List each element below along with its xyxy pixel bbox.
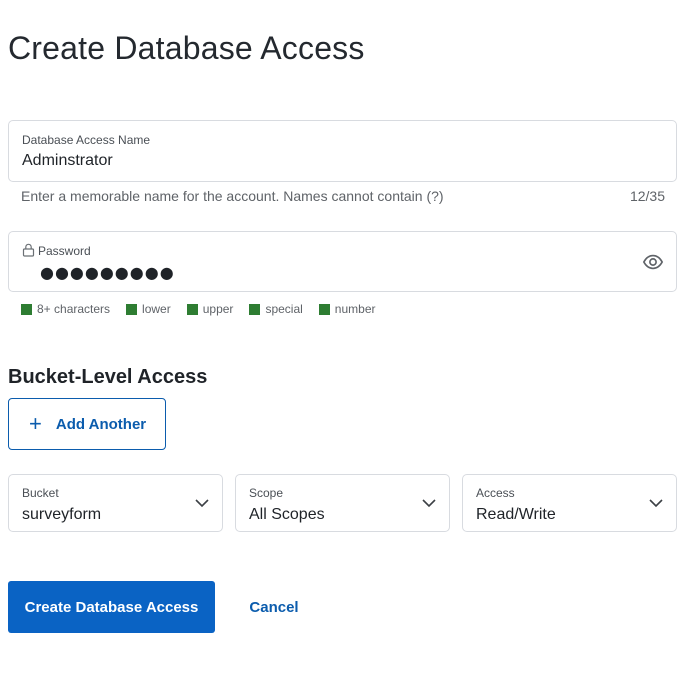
rule-check-icon xyxy=(21,303,32,315)
bucket-access-heading: Bucket-Level Access xyxy=(8,366,208,388)
password-rule: number xyxy=(318,302,376,316)
name-field-value[interactable]: Adminstrator xyxy=(22,152,113,170)
password-value[interactable]: ●●●●●●●●● xyxy=(40,263,175,282)
password-field[interactable]: Password ●●●●●●●●● xyxy=(8,231,677,292)
bucket-select[interactable]: Bucket surveyform xyxy=(8,474,223,532)
lock-icon xyxy=(22,243,35,257)
create-database-access-button[interactable]: Create Database Access xyxy=(8,581,215,633)
password-rule: special xyxy=(249,302,303,316)
rule-check-icon xyxy=(126,303,138,315)
rule-label: upper xyxy=(202,302,234,316)
password-rule: upper xyxy=(186,302,234,316)
chevron-down-icon xyxy=(195,499,209,508)
password-rule: lower xyxy=(126,302,171,316)
rule-check-icon xyxy=(318,303,330,315)
eye-icon[interactable] xyxy=(642,251,664,273)
scope-label: Scope xyxy=(249,486,284,500)
access-label: Access xyxy=(476,486,515,500)
chevron-down-icon xyxy=(422,499,436,508)
add-another-button[interactable]: + Add Another xyxy=(8,398,166,450)
bucket-value: surveyform xyxy=(22,506,102,523)
access-value: Read/Write xyxy=(476,506,556,523)
cancel-button[interactable]: Cancel xyxy=(240,581,308,633)
password-rules: 8+ characters lower upper special number xyxy=(21,302,375,316)
bucket-label: Bucket xyxy=(22,486,59,500)
rule-check-icon xyxy=(249,303,261,315)
rule-label: special xyxy=(265,302,303,316)
scope-value: All Scopes xyxy=(249,506,325,523)
database-access-name-field[interactable]: Database Access Name Adminstrator xyxy=(8,120,677,182)
scope-select[interactable]: Scope All Scopes xyxy=(235,474,450,532)
rule-label: number xyxy=(334,302,376,316)
rule-check-icon xyxy=(186,303,198,315)
add-another-label: Add Another xyxy=(55,415,147,433)
access-select[interactable]: Access Read/Write xyxy=(462,474,677,532)
name-helper-text: Enter a memorable name for the account. … xyxy=(21,188,444,204)
password-rule: 8+ characters xyxy=(21,302,110,316)
rule-label: lower xyxy=(142,302,171,316)
password-field-label: Password xyxy=(38,244,91,258)
name-char-count: 12/35 xyxy=(629,188,665,204)
page-title: Create Database Access xyxy=(8,30,365,66)
plus-icon: + xyxy=(29,411,42,436)
rule-label: 8+ characters xyxy=(37,302,111,316)
name-field-label: Database Access Name xyxy=(22,133,151,147)
chevron-down-icon xyxy=(649,499,663,508)
